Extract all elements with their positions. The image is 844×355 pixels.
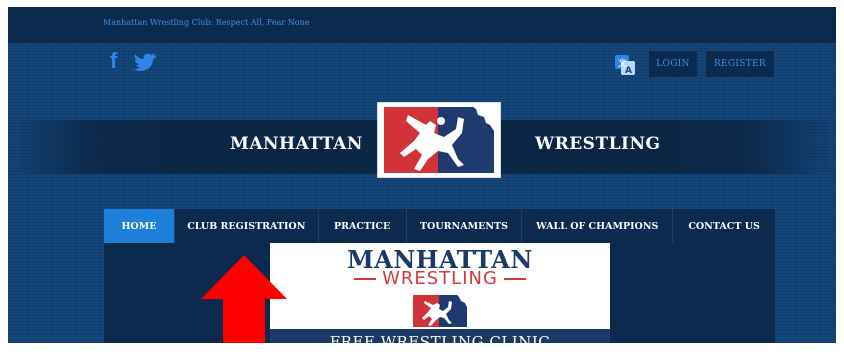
banner-strip: FREE WRESTLING CLINIC — [270, 329, 610, 343]
banner-subtitle: WRESTLING — [270, 268, 610, 289]
nav-practice[interactable]: PRACTICE — [319, 209, 407, 243]
nav-club-registration[interactable]: CLUB REGISTRATION — [175, 209, 319, 243]
main-nav: HOME CLUB REGISTRATION PRACTICE TOURNAME… — [104, 209, 775, 243]
clinic-banner[interactable]: MANHATTAN WRESTLING FREE WRESTLING CLINI… — [270, 243, 610, 343]
nav-contact-us[interactable]: CONTACT US — [673, 209, 775, 243]
up-arrow-icon — [201, 255, 287, 343]
top-bar: Manhattan Wrestling Club: Respect All, F… — [8, 7, 836, 43]
brand-name-left: MANHATTAN — [230, 134, 363, 154]
banner-logo-icon — [413, 295, 467, 331]
banner-strip-text: FREE WRESTLING CLINIC — [329, 333, 551, 343]
site-logo[interactable] — [378, 103, 500, 177]
banner-subtitle-text: WRESTLING — [382, 268, 498, 289]
twitter-icon[interactable] — [133, 52, 159, 76]
nav-tournaments[interactable]: TOURNAMENTS — [407, 209, 523, 243]
nav-wall-of-champions[interactable]: WALL OF CHAMPIONS — [522, 209, 674, 243]
login-button[interactable]: LOGIN — [649, 51, 697, 77]
site-tagline: Manhattan Wrestling Club: Respect All, F… — [103, 18, 310, 27]
translate-icon[interactable]: 文 A — [615, 55, 635, 79]
website-frame: Manhattan Wrestling Club: Respect All, F… — [8, 7, 836, 343]
brand-name-right: WRESTLING — [535, 134, 661, 154]
facebook-icon[interactable]: f — [110, 50, 124, 72]
register-button[interactable]: REGISTER — [706, 51, 774, 77]
wrestler-logo-icon — [384, 107, 494, 173]
nav-home[interactable]: HOME — [104, 209, 175, 243]
svg-text:A: A — [625, 66, 632, 75]
